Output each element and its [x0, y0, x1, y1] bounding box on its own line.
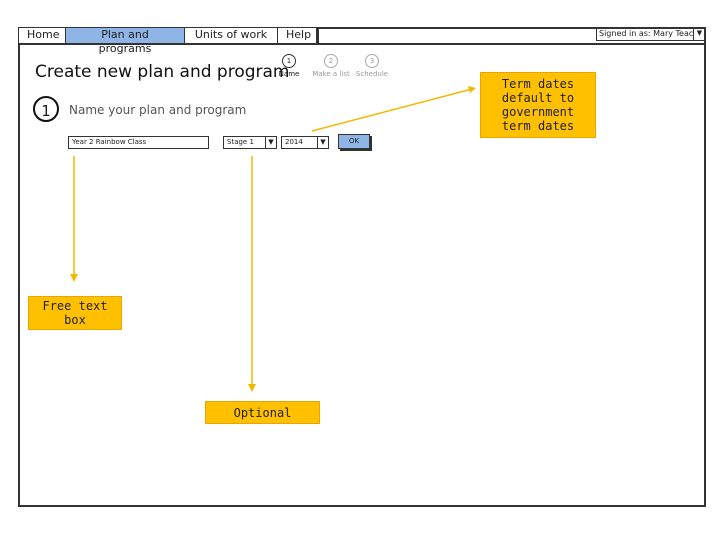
annotation-optional: Optional: [205, 401, 320, 424]
annotation-free-text: Free text box: [28, 296, 122, 330]
annotation-arrows: [70, 86, 476, 392]
arrowhead-optional: [248, 384, 256, 392]
arrowhead-free-text: [70, 274, 78, 282]
arrowhead-term-dates: [468, 86, 476, 93]
annotation-term-dates: Term dates default to government term da…: [480, 72, 596, 138]
arrow-term-dates: [311, 88, 473, 132]
